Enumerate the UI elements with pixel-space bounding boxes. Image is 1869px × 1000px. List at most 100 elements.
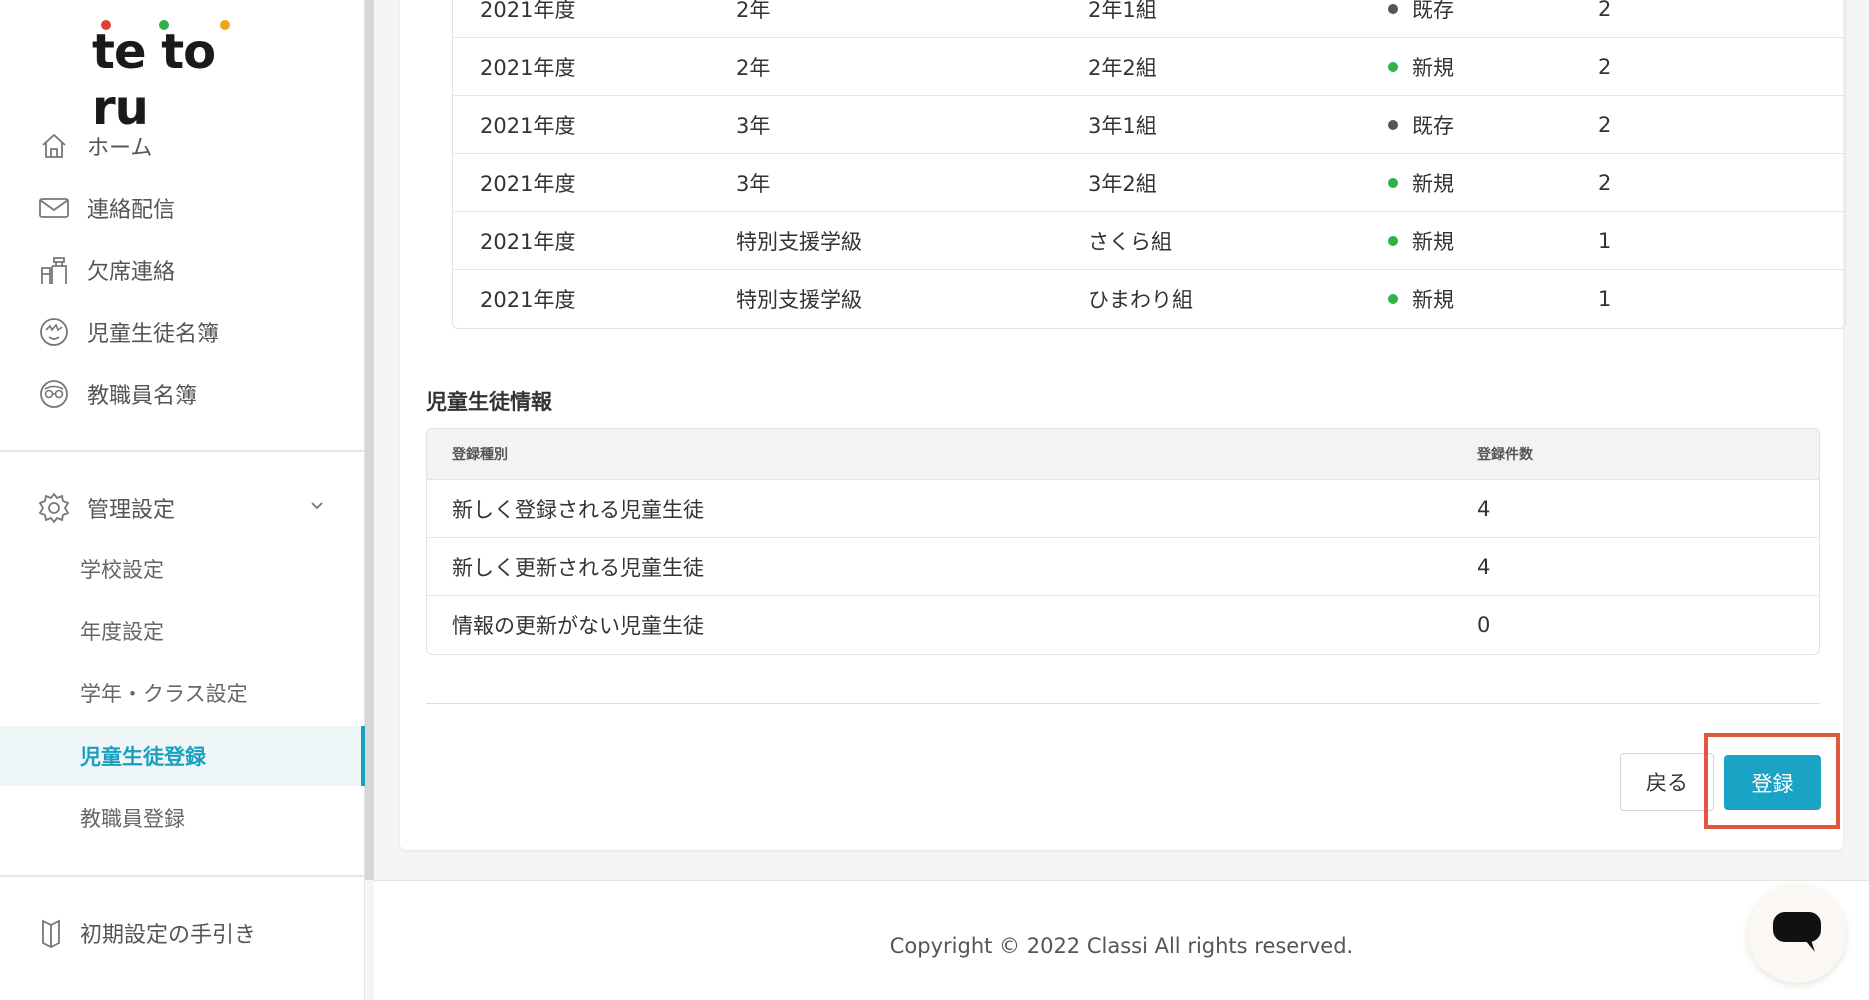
chat-button[interactable] (1748, 885, 1846, 983)
status-dot (1388, 61, 1398, 72)
cell-status: 新規 (1388, 52, 1598, 82)
table-row: 2021年度 2年 2年2組 新規 2 (453, 38, 1845, 96)
table-row: 新しく更新される児童生徒 4 (427, 538, 1819, 596)
cell-grade: 2年 (736, 55, 771, 80)
table-row: 2021年度 特別支援学級 さくら組 新規 1 (453, 212, 1845, 270)
sidebar-item-label: 管理設定 (87, 498, 176, 523)
cell-grade: 特別支援学級 (736, 288, 862, 312)
status-label: 既存 (1412, 0, 1454, 22)
cell-class: ひまわり組 (1088, 288, 1193, 312)
cell-count: 2 (1598, 54, 1612, 79)
status-label: 既存 (1412, 113, 1454, 138)
teacher-face-icon (37, 377, 71, 411)
sidebar-subitem-label: 学年・クラス設定 (80, 682, 248, 706)
status-dot (1388, 119, 1398, 130)
register-button-highlight (1704, 733, 1840, 829)
cell-year: 2021年度 (480, 288, 576, 312)
table-header: 登録種別 登録件数 (427, 429, 1819, 480)
sidebar-item-student-roster[interactable]: 児童生徒名簿 (0, 306, 365, 358)
tetoru-logo[interactable]: te to ru (92, 18, 282, 136)
sidebar-subitem-label: 児童生徒登録 (80, 745, 206, 769)
cell-status: 新規 (1388, 284, 1598, 314)
cell-year: 2021年度 (480, 229, 576, 254)
status-label: 新規 (1412, 288, 1454, 312)
cell-count: 1 (1598, 287, 1612, 311)
sidebar-divider (0, 875, 365, 877)
cell-count: 4 (1477, 554, 1491, 579)
sidebar: te to ru ホーム 連絡配信 欠席連絡 児童生徒名簿 教職員名簿 管理設定… (0, 0, 365, 1000)
cell-count: 2 (1598, 112, 1612, 137)
sidebar-subitem-student-registration[interactable]: 児童生徒登録 (0, 726, 365, 786)
sidebar-item-messages[interactable]: 連絡配信 (0, 182, 365, 234)
sidebar-subitem-label: 学校設定 (80, 558, 164, 582)
sidebar-item-home[interactable]: ホーム (0, 120, 365, 172)
cell-count: 4 (1477, 496, 1491, 521)
sidebar-scrollbar[interactable] (365, 0, 374, 880)
sidebar-subitem-label: 教職員登録 (80, 807, 185, 831)
status-dot (1388, 294, 1398, 304)
cell-year: 2021年度 (480, 55, 576, 80)
sidebar-item-absence[interactable]: 欠席連絡 (0, 244, 365, 296)
cell-type: 新しく登録される児童生徒 (452, 497, 704, 522)
cell-class: 3年2組 (1088, 171, 1157, 196)
cell-class: 3年1組 (1088, 113, 1157, 138)
student-info-table: 登録種別 登録件数 新しく登録される児童生徒 4 新しく更新される児童生徒 4 … (426, 428, 1820, 655)
header-count: 登録件数 (1477, 447, 1533, 463)
sidebar-subitem-school-settings[interactable]: 学校設定 (0, 539, 365, 599)
sidebar-item-admin-settings[interactable]: 管理設定 (0, 482, 365, 534)
sidebar-item-label: 連絡配信 (87, 198, 176, 223)
sidebar-divider (0, 450, 365, 452)
gear-icon (37, 491, 71, 525)
cell-class: 2年2組 (1088, 55, 1157, 80)
cell-status: 新規 (1388, 168, 1598, 198)
back-button[interactable]: 戻る (1620, 753, 1714, 811)
status-label: 新規 (1412, 229, 1454, 254)
cell-status: 新規 (1388, 226, 1598, 256)
sidebar-subitem-year-settings[interactable]: 年度設定 (0, 601, 365, 661)
table-row: 2021年度 特別支援学級 ひまわり組 新規 1 (453, 270, 1845, 328)
cell-grade: 2年 (736, 0, 771, 22)
mail-icon (37, 191, 71, 225)
table-row: 新しく登録される児童生徒 4 (427, 480, 1819, 538)
cell-class: さくら組 (1088, 229, 1172, 254)
cell-count: 1 (1598, 228, 1612, 253)
student-info-title: 児童生徒情報 (426, 390, 552, 414)
cell-grade: 特別支援学級 (736, 229, 862, 254)
sidebar-subitem-staff-registration[interactable]: 教職員登録 (0, 788, 365, 848)
status-label: 新規 (1412, 55, 1454, 80)
cell-count: 2 (1598, 0, 1612, 21)
chat-bubble-icon (1771, 910, 1823, 958)
cell-class: 2年1組 (1088, 0, 1157, 22)
cell-count: 0 (1477, 613, 1491, 637)
cell-status: 既存 (1388, 0, 1598, 24)
status-label: 新規 (1412, 171, 1454, 196)
book-icon (34, 916, 68, 950)
table-row: 2021年度 2年 2年1組 既存 2 (453, 0, 1845, 38)
sidebar-item-label: 欠席連絡 (87, 260, 176, 285)
status-dot (1388, 3, 1398, 14)
table-row: 2021年度 3年 3年2組 新規 2 (453, 154, 1845, 212)
cell-grade: 3年 (736, 171, 771, 196)
desk-chair-icon (37, 253, 71, 287)
cell-year: 2021年度 (480, 171, 576, 196)
sidebar-item-label: 児童生徒名簿 (87, 322, 220, 347)
sidebar-subitem-grade-class-settings[interactable]: 学年・クラス設定 (0, 663, 365, 723)
cell-year: 2021年度 (480, 0, 576, 22)
cell-count: 2 (1598, 170, 1612, 195)
cell-status: 既存 (1388, 110, 1598, 140)
content-card: 2021年度 2年 2年1組 既存 2 2021年度 2年 2年2組 新規 2 … (400, 0, 1846, 850)
header-type: 登録種別 (452, 447, 508, 463)
sidebar-item-teacher-roster[interactable]: 教職員名簿 (0, 368, 365, 420)
section-divider (426, 703, 1820, 704)
sidebar-item-label: 初期設定の手引き (80, 923, 257, 948)
cell-type: 新しく更新される児童生徒 (452, 555, 704, 580)
cell-grade: 3年 (736, 113, 771, 138)
cell-type: 情報の更新がない児童生徒 (452, 614, 704, 638)
sidebar-item-setup-guide[interactable]: 初期設定の手引き (0, 907, 365, 959)
home-icon (37, 129, 71, 163)
class-table: 2021年度 2年 2年1組 既存 2 2021年度 2年 2年2組 新規 2 … (452, 0, 1846, 329)
chevron-down-icon[interactable] (309, 496, 325, 520)
table-row: 2021年度 3年 3年1組 既存 2 (453, 96, 1845, 154)
sidebar-subitem-label: 年度設定 (80, 620, 164, 644)
status-dot (1388, 177, 1398, 188)
